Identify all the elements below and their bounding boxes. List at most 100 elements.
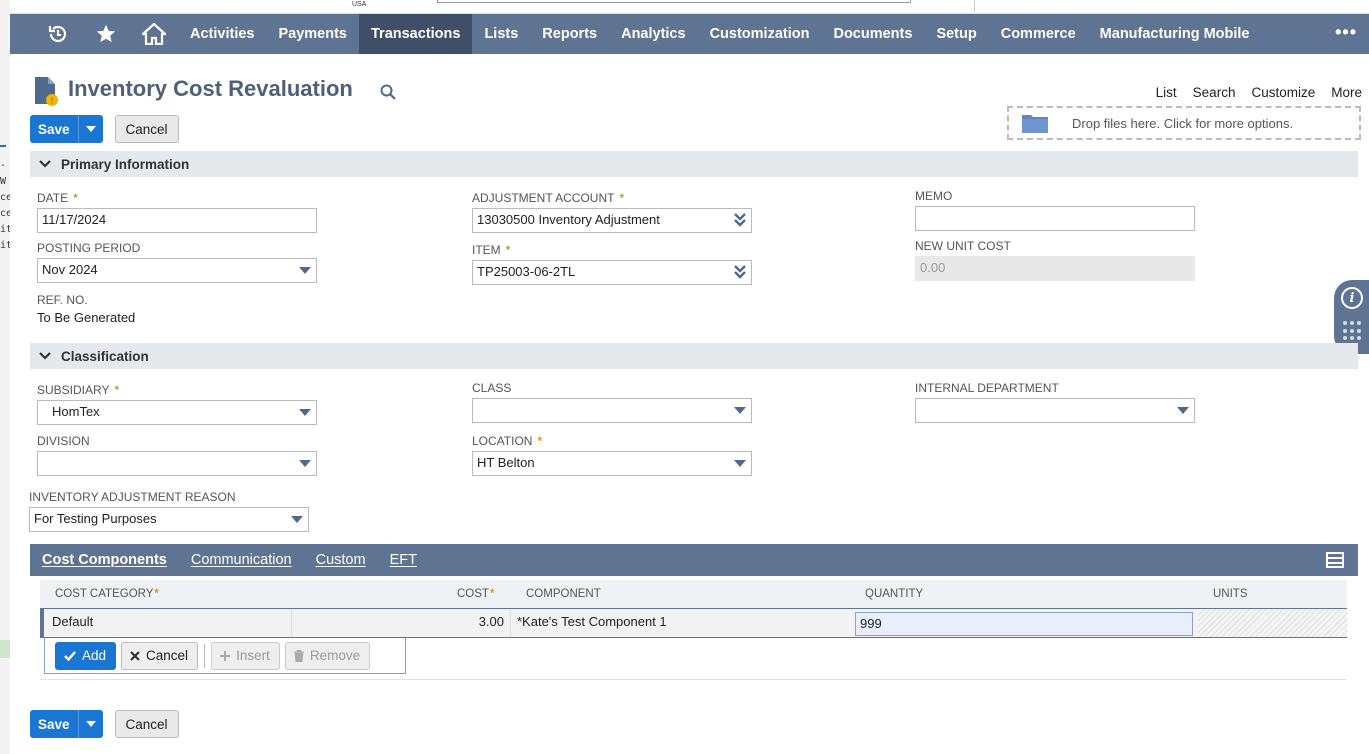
nav-commerce[interactable]: Commerce (989, 14, 1088, 54)
cancel-button[interactable]: Cancel (114, 115, 179, 143)
apps-grid-icon[interactable] (1343, 321, 1363, 341)
add-label: Add (82, 648, 107, 663)
cancel-button[interactable]: Cancel (114, 710, 179, 738)
list-view-icon[interactable] (1326, 552, 1344, 568)
memo-field[interactable] (915, 206, 1195, 231)
required-marker: * (114, 383, 120, 397)
trash-icon (293, 649, 304, 662)
more-link[interactable]: More (1331, 85, 1362, 100)
quantity-input[interactable]: 999 (855, 612, 1193, 636)
nav-customization[interactable]: Customization (698, 14, 822, 54)
main-nav: Activities Payments Transactions Lists R… (10, 14, 1369, 54)
nav-activities[interactable]: Activities (178, 14, 266, 54)
info-icon[interactable]: i (1341, 287, 1363, 309)
double-chevron-down-icon[interactable] (734, 265, 746, 279)
save-options-dropdown[interactable] (77, 710, 103, 738)
ref-no-value: To Be Generated (37, 310, 136, 325)
remove-label: Remove (309, 648, 361, 663)
item-label-text: ITEM (472, 243, 501, 257)
search-link[interactable]: Search (1193, 85, 1236, 100)
location-select[interactable]: HT Belton (472, 451, 752, 476)
adjustment-reason-select[interactable]: For Testing Purposes (29, 507, 309, 532)
star-icon[interactable] (82, 14, 130, 54)
folder-icon (1022, 115, 1048, 133)
more-menu-icon[interactable]: ••• (1335, 22, 1357, 43)
dropdown-arrow-icon (734, 460, 746, 467)
internal-department-label: INTERNAL DEPARTMENT (915, 381, 1059, 395)
add-line-button[interactable]: Add (55, 641, 117, 670)
nav-lists[interactable]: Lists (472, 14, 530, 54)
save-button-group: Save (30, 115, 103, 143)
item-label: ITEM * (472, 243, 510, 257)
subtab-bar: Cost Components Communication Custom EFT (30, 544, 1358, 576)
cost-category-cell[interactable]: Default (46, 609, 291, 637)
chevron-down-icon (85, 721, 96, 727)
file-dropzone[interactable]: Drop files here. Click for more options. (1007, 106, 1361, 140)
nav-setup[interactable]: Setup (924, 14, 988, 54)
save-button[interactable]: Save (30, 710, 78, 738)
tab-communication[interactable]: Communication (179, 552, 304, 568)
cancel-line-button[interactable]: Cancel (121, 641, 199, 670)
background-window: - W ce ce it it (0, 0, 12, 754)
page-title: Inventory Cost Revaluation (68, 76, 353, 101)
dropdown-arrow-icon (734, 407, 746, 414)
item-select[interactable]: TP25003-06-2TL (472, 260, 752, 285)
adjustment-reason-value: For Testing Purposes (34, 511, 157, 526)
double-chevron-down-icon[interactable] (734, 213, 746, 227)
customize-link[interactable]: Customize (1251, 85, 1315, 100)
top-button-row: Save Cancel (30, 115, 179, 143)
adjustment-account-select[interactable]: 13030500 Inventory Adjustment (472, 208, 752, 233)
remove-line-button[interactable]: Remove (284, 641, 371, 670)
location-value: HT Belton (477, 455, 535, 470)
nav-manufacturing-mobile[interactable]: Manufacturing Mobile (1088, 14, 1262, 54)
main-window: Activities Payments Transactions Lists R… (10, 14, 1369, 754)
row-indicator (40, 609, 44, 637)
logo-text: USA (352, 1, 367, 8)
search-icon[interactable] (380, 84, 396, 100)
column-header-text: COST CATEGORY (55, 588, 154, 600)
chevron-down-icon (39, 352, 51, 360)
nav-documents[interactable]: Documents (821, 14, 924, 54)
home-icon[interactable] (130, 14, 178, 54)
cancel-line-label: Cancel (146, 648, 189, 663)
tab-custom[interactable]: Custom (304, 552, 378, 568)
subsidiary-label-text: SUBSIDIARY (37, 383, 110, 397)
top-strip: USA (10, 0, 1369, 14)
section-title: Classification (61, 348, 149, 364)
posting-period-label: POSTING PERIOD (37, 241, 141, 255)
nav-analytics[interactable]: Analytics (609, 14, 697, 54)
divider (974, 0, 975, 12)
save-options-dropdown[interactable] (77, 115, 103, 143)
grid-header: COST CATEGORY* COST* COMPONENT QUANTITY … (40, 580, 1347, 608)
tab-eft[interactable]: EFT (378, 552, 429, 568)
section-classification[interactable]: Classification (30, 343, 1358, 369)
table-row[interactable]: Default 3.00 *Kate's Test Component 1 99… (40, 608, 1347, 638)
component-cell[interactable]: *Kate's Test Component 1 (511, 609, 851, 637)
save-button-group: Save (30, 710, 103, 738)
list-link[interactable]: List (1156, 85, 1177, 100)
close-icon (130, 650, 140, 661)
nav-transactions[interactable]: Transactions (359, 14, 473, 54)
date-field[interactable]: 11/17/2024 (37, 208, 317, 233)
history-icon[interactable] (34, 14, 82, 54)
global-search-input[interactable] (437, 0, 911, 3)
section-primary-information[interactable]: Primary Information (30, 151, 1358, 177)
bottom-button-row: Save Cancel (30, 710, 179, 738)
tab-cost-components[interactable]: Cost Components (30, 552, 179, 568)
subsidiary-select[interactable]: HomTex (37, 400, 317, 425)
dropdown-arrow-icon (299, 460, 311, 467)
cost-cell[interactable]: 3.00 (292, 609, 510, 637)
posting-period-value: Nov 2024 (42, 262, 98, 277)
nav-payments[interactable]: Payments (266, 14, 359, 54)
nav-reports[interactable]: Reports (530, 14, 609, 54)
save-button[interactable]: Save (30, 115, 78, 143)
ref-no-label: REF. NO. (37, 293, 88, 307)
division-select[interactable] (37, 451, 317, 476)
class-select[interactable] (472, 398, 752, 423)
background-highlight (0, 145, 6, 147)
posting-period-select[interactable]: Nov 2024 (37, 258, 317, 283)
location-label-text: LOCATION (472, 434, 533, 448)
insert-line-button[interactable]: Insert (211, 641, 280, 670)
item-value: TP25003-06-2TL (477, 264, 576, 279)
internal-department-select[interactable] (915, 398, 1195, 423)
